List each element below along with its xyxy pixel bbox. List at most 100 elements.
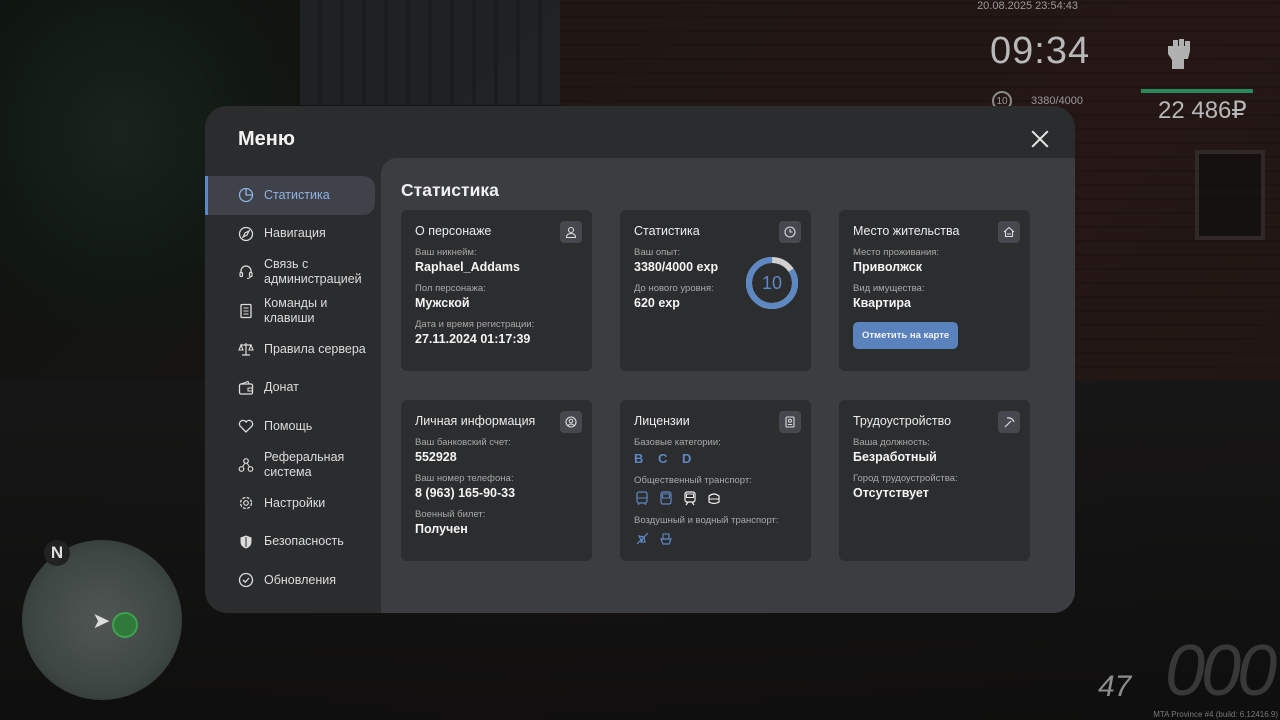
card-employment: Трудоустройство Ваша должность: Безработ… — [839, 400, 1030, 561]
gender-label: Пол персонажа: — [415, 283, 486, 294]
sidebar-item-donate[interactable]: Донат — [205, 369, 375, 408]
military-id-value: Получен — [415, 522, 468, 536]
employment-city-value: Отсутствует — [853, 486, 929, 500]
speedometer-background: 000 — [1165, 631, 1277, 711]
card-title: О персонаже — [415, 224, 492, 238]
sidebar-item-navigation[interactable]: Навигация — [205, 215, 375, 254]
nickname-label: Ваш никнейм: — [415, 247, 477, 258]
content-panel: Статистика О персонаже Ваш никнейм: Raph… — [381, 158, 1075, 613]
air-water-icons — [634, 530, 797, 546]
public-transport-icons — [634, 490, 797, 506]
menu-title: Меню — [238, 128, 295, 150]
basic-categories-label: Базовые категории: — [634, 437, 721, 448]
phone-label: Ваш номер телефона: — [415, 473, 514, 484]
sidebar-item-commands[interactable]: Команды и клавиши — [205, 292, 375, 331]
bank-account-value: 552928 — [415, 450, 457, 464]
wallet-icon — [238, 380, 254, 396]
sidebar-item-rules[interactable]: Правила сервера — [205, 330, 375, 369]
id-badge-icon — [779, 411, 801, 433]
sidebar: Статистика Навигация Связь с администрац… — [205, 176, 381, 600]
heart-hand-icon — [238, 418, 254, 434]
pie-chart-icon — [238, 187, 254, 203]
phone-value: 8 (963) 165-90-33 — [415, 486, 516, 500]
sidebar-item-label: Реферальная система — [264, 449, 345, 479]
card-statistics: Статистика Ваш опыт: 3380/4000 exp До но… — [620, 210, 811, 371]
military-id-label: Военный билет: — [415, 509, 486, 520]
sidebar-item-label: Помощь — [264, 418, 313, 433]
sidebar-item-statistics[interactable]: Статистика — [205, 176, 375, 215]
minimap-north-marker: N — [44, 540, 70, 566]
close-button[interactable] — [1031, 130, 1049, 148]
card-title: Личная информация — [415, 414, 536, 428]
sidebar-item-label: Правила сервера — [264, 341, 366, 356]
public-transport-label: Общественный транспорт: — [634, 475, 752, 486]
gear-icon — [238, 495, 254, 511]
level-number: 10 — [761, 272, 783, 293]
position-value: Безработный — [853, 450, 937, 464]
coach-icon — [658, 490, 674, 506]
fuel-level: 47 — [1098, 670, 1132, 703]
shield-icon — [238, 534, 254, 550]
network-icon — [238, 457, 254, 473]
sidebar-item-help[interactable]: Помощь — [205, 407, 375, 446]
train-icon — [682, 490, 698, 506]
sidebar-item-security[interactable]: Безопасность — [205, 523, 375, 562]
sidebar-item-label: Донат — [264, 380, 299, 395]
fist-icon — [1168, 39, 1190, 69]
bus-icon — [634, 490, 650, 506]
card-residence: Место жительства Место проживания: Приво… — [839, 210, 1030, 371]
sidebar-item-label: Команды и клавиши — [264, 295, 328, 325]
menu-window: Меню Статистика Навигация Связь с админи… — [205, 106, 1075, 613]
nickname-value: Raphael_Addams — [415, 260, 520, 274]
user-circle-icon — [560, 411, 582, 433]
registration-label: Дата и время регистрации: — [415, 319, 535, 330]
sidebar-item-label: Настройки — [264, 495, 326, 510]
sidebar-item-updates[interactable]: Обновления — [205, 561, 375, 600]
page-title: Статистика — [401, 180, 499, 200]
build-info: MTA Province #4 (build: 6.12416.9) — [1153, 710, 1278, 719]
card-licenses: Лицензии Базовые категории: B C D Общест… — [620, 400, 811, 561]
property-type-value: Квартира — [853, 296, 911, 310]
minimap-home-icon — [112, 612, 138, 638]
plane-icon — [634, 530, 650, 546]
gender-value: Мужской — [415, 296, 470, 310]
employment-city-label: Город трудоустройства: — [853, 473, 958, 484]
sidebar-item-referral[interactable]: Реферальная система — [205, 446, 375, 485]
property-type-label: Вид имущества: — [853, 283, 925, 294]
hud-money: 22 486₽ — [1158, 97, 1247, 124]
position-label: Ваша должность: — [853, 437, 930, 448]
card-title: Трудоустройство — [853, 414, 952, 428]
place-value: Приволжск — [853, 260, 922, 274]
card-title: Лицензии — [634, 414, 690, 428]
boat-icon — [658, 530, 674, 546]
registration-value: 27.11.2024 01:17:39 — [415, 332, 531, 346]
place-label: Место проживания: — [853, 247, 940, 258]
air-water-label: Воздушный и водный транспорт: — [634, 515, 779, 526]
clock-icon — [779, 221, 801, 243]
minimap-player-icon: ➤ — [92, 608, 111, 633]
tram-icon — [706, 490, 722, 506]
license-category: B — [634, 451, 646, 466]
hud-datetime: 20.08.2025 23:54:43 — [977, 0, 1078, 12]
bank-account-label: Ваш банковский счет: — [415, 437, 511, 448]
check-circle-icon — [238, 572, 254, 588]
sidebar-item-settings[interactable]: Настройки — [205, 484, 375, 523]
scales-icon — [238, 341, 254, 357]
sidebar-item-label: Статистика — [264, 187, 330, 202]
house-icon — [998, 221, 1020, 243]
user-icon — [560, 221, 582, 243]
license-categories: B C D — [634, 451, 797, 466]
sidebar-item-label: Навигация — [264, 226, 326, 241]
sidebar-item-label: Обновления — [264, 572, 336, 587]
card-title: Место жительства — [853, 224, 960, 238]
headset-icon — [238, 264, 254, 280]
card-title: Статистика — [634, 224, 700, 238]
license-category: C — [658, 451, 670, 466]
hud-clock: 09:34 — [990, 30, 1091, 72]
sidebar-item-contact-admin[interactable]: Связь с администрацией — [205, 253, 375, 292]
mark-on-map-button[interactable]: Отметить на карте — [853, 322, 959, 349]
card-character: О персонаже Ваш никнейм: Raphael_Addams … — [401, 210, 592, 371]
sidebar-item-label: Связь с администрацией — [264, 257, 362, 287]
compass-icon — [238, 226, 254, 242]
card-personal-info: Личная информация Ваш банковский счет: 5… — [401, 400, 592, 561]
